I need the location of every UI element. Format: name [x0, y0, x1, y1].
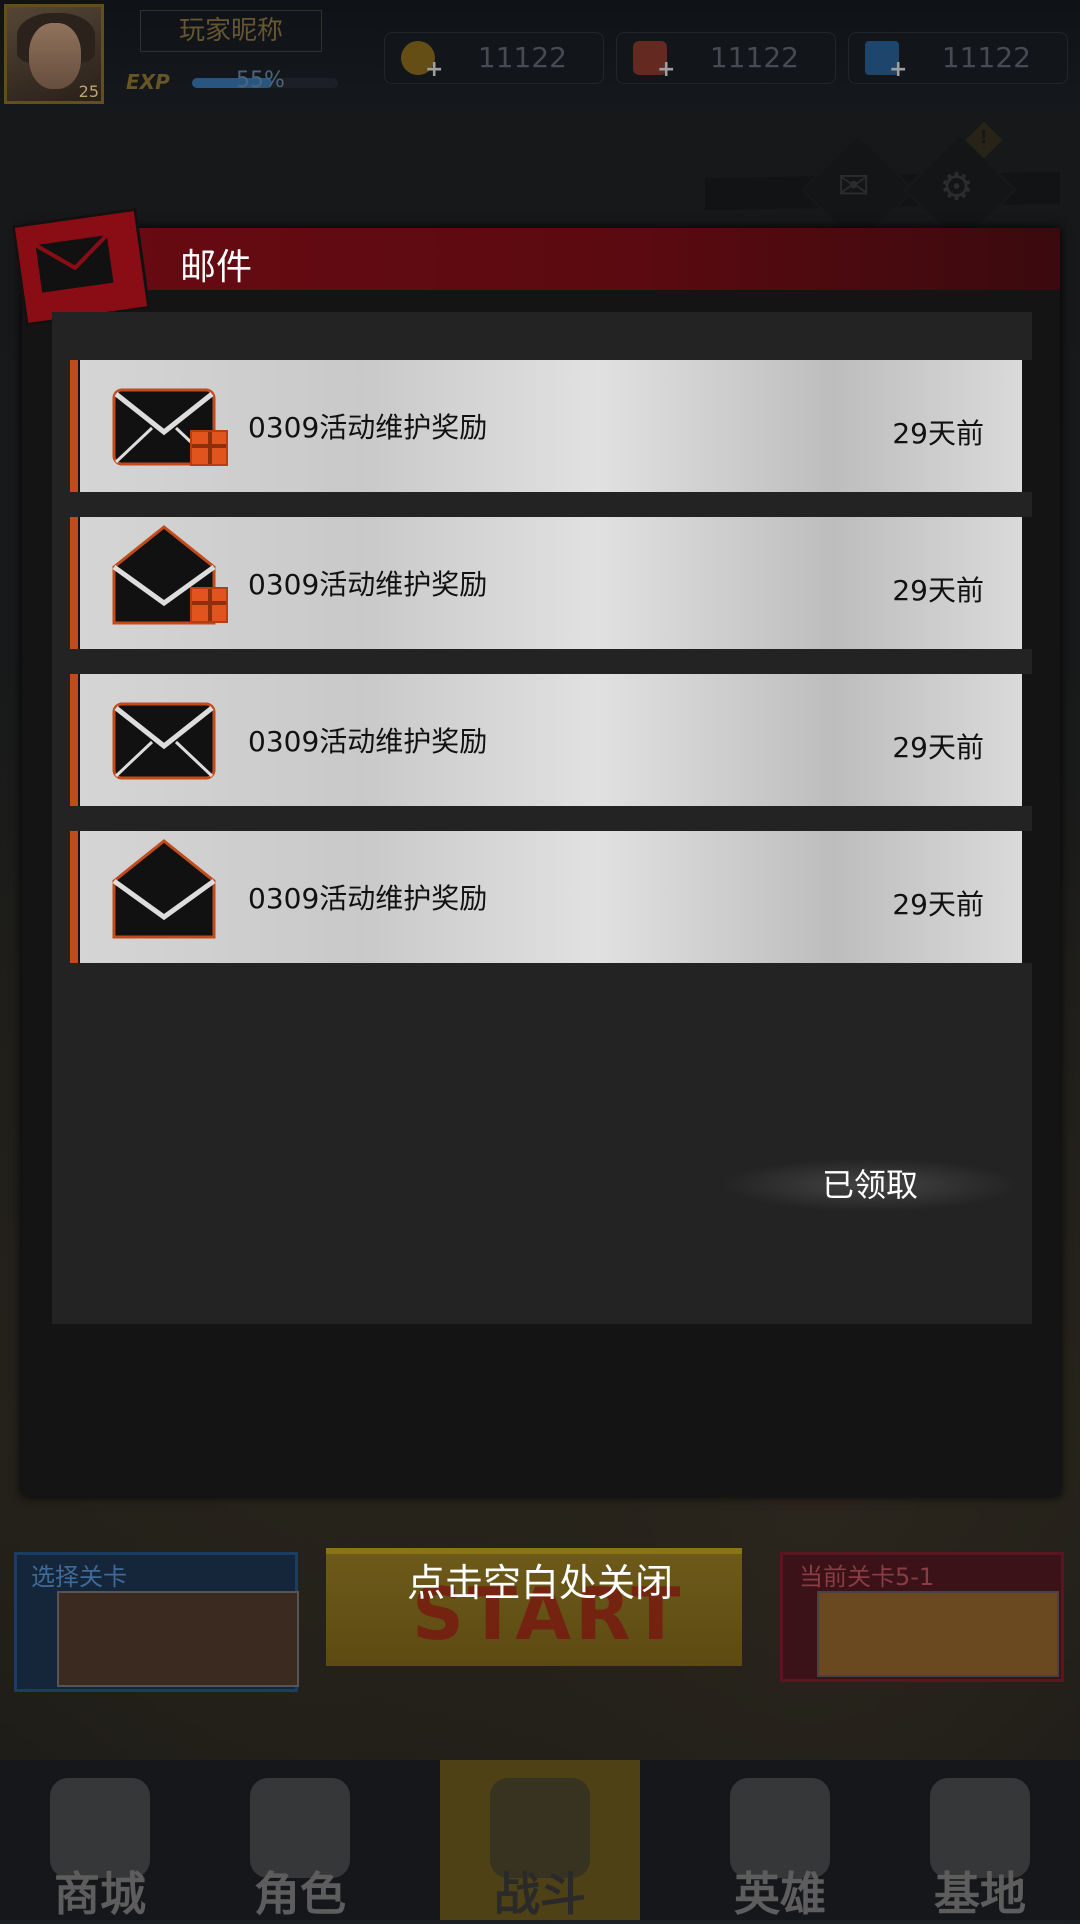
- mail-title: 邮件: [180, 247, 253, 288]
- nav-tab-shop[interactable]: 商城: [0, 1760, 200, 1921]
- gift-icon: [190, 430, 228, 466]
- mail-item-card: 0309活动维护奖励 29天前: [80, 360, 1022, 492]
- closed-envelope-icon: [112, 702, 216, 780]
- nav-tab-base[interactable]: 基地: [880, 1760, 1080, 1921]
- player-nickname[interactable]: 玩家昵称: [140, 10, 322, 52]
- mail-item-time: 29天前: [892, 888, 984, 921]
- ticket-value: 11122: [709, 41, 799, 74]
- gold-resource[interactable]: + 11122: [384, 32, 604, 84]
- nav-tab-label: 战斗: [494, 1867, 586, 1921]
- mail-item[interactable]: 0309活动维护奖励 29天前: [70, 674, 1032, 806]
- mail-item-time: 29天前: [892, 574, 984, 607]
- mail-item-card: 0309活动维护奖励 29天前: [80, 674, 1022, 806]
- exp-label: EXP: [126, 70, 170, 94]
- mail-item-title: 0309活动维护奖励: [248, 568, 488, 601]
- mail-item-accent: [70, 674, 78, 806]
- player-level: 25: [78, 82, 99, 101]
- nav-tab-battle[interactable]: 战斗: [440, 1760, 640, 1921]
- avatar-face: [29, 23, 81, 89]
- claimed-button[interactable]: 已领取: [720, 1158, 1020, 1212]
- mail-item[interactable]: 0309活动维护奖励 29天前: [70, 517, 1032, 649]
- mail-item-time: 29天前: [892, 731, 984, 764]
- gold-value: 11122: [477, 41, 567, 74]
- exp-percent: 55%: [236, 68, 285, 93]
- mail-item-card: 0309活动维护奖励 29天前: [80, 517, 1022, 649]
- mail-header: 邮件: [11, 207, 1060, 327]
- add-ticket-icon[interactable]: +: [657, 57, 675, 82]
- top-status-bar: 25 玩家昵称 EXP 55% + 11122 + 11122 + 11122: [0, 0, 1080, 110]
- nav-tab-character[interactable]: 角色: [200, 1760, 400, 1921]
- mail-item[interactable]: 0309活动维护奖励 29天前: [70, 360, 1032, 492]
- diamond-resource[interactable]: + 11122: [848, 32, 1068, 84]
- bottom-nav: 商城 角色 战斗 英雄 基地: [0, 1760, 1080, 1921]
- mail-header-icon: [11, 207, 151, 327]
- gift-icon: [190, 587, 228, 623]
- add-diamond-icon[interactable]: +: [889, 57, 907, 82]
- mail-item[interactable]: 0309活动维护奖励 29天前: [70, 831, 1032, 963]
- ticket-resource[interactable]: + 11122: [616, 32, 836, 84]
- nav-tab-label: 英雄: [734, 1867, 826, 1921]
- add-gold-icon[interactable]: +: [425, 57, 443, 82]
- mail-item-accent: [70, 517, 78, 649]
- mail-item-title: 0309活动维护奖励: [248, 882, 488, 915]
- close-hint: 点击空白处关闭: [406, 1561, 673, 1605]
- mail-item-title: 0309活动维护奖励: [248, 725, 488, 758]
- nav-tab-hero[interactable]: 英雄: [680, 1760, 880, 1921]
- mail-item-accent: [70, 360, 78, 492]
- mail-item-title: 0309活动维护奖励: [248, 411, 488, 444]
- nav-tab-label: 角色: [254, 1867, 346, 1921]
- mail-item-card: 0309活动维护奖励 29天前: [80, 831, 1022, 963]
- open-envelope-icon: [112, 839, 216, 939]
- nav-tab-label: 基地: [934, 1867, 1026, 1921]
- mail-item-accent: [70, 831, 78, 963]
- mail-item-time: 29天前: [892, 417, 984, 450]
- nav-tab-label: 商城: [54, 1867, 146, 1921]
- mail-panel: 邮件 0309活动维护奖励 29天前 0309活动维护奖励 29天前 0309活…: [11, 207, 1060, 1496]
- player-avatar[interactable]: 25: [4, 4, 104, 104]
- diamond-value: 11122: [941, 41, 1031, 74]
